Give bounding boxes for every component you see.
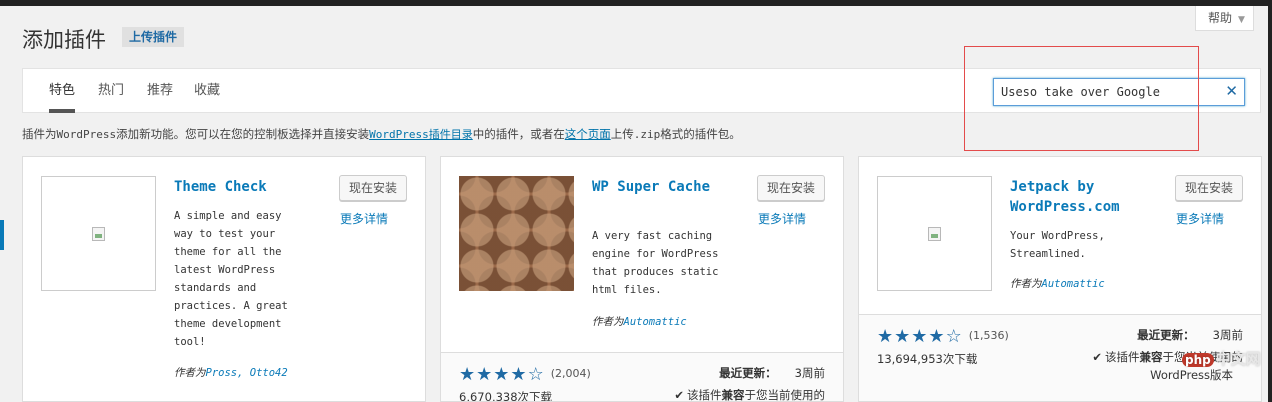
star-filled-icon: ★ bbox=[928, 326, 946, 347]
compat-text: 该插件 bbox=[687, 388, 722, 402]
plugin-description: A very fast caching engine for WordPress… bbox=[592, 230, 719, 296]
clear-search-icon[interactable]: ✕ bbox=[1225, 82, 1238, 100]
tab-popular[interactable]: 热门 bbox=[98, 69, 124, 113]
help-label: 帮助 bbox=[1208, 11, 1233, 25]
plugin-icon bbox=[41, 176, 156, 291]
star-rating: ★★★★☆ (2,004) bbox=[459, 365, 591, 384]
upload-plugin-button[interactable]: 上传插件 bbox=[122, 27, 185, 47]
plugin-icon bbox=[459, 176, 574, 291]
tab-favorites[interactable]: 收藏 bbox=[194, 69, 220, 113]
checkmark-icon: ✔ bbox=[1092, 350, 1102, 364]
plugin-filter-bar: 特色 热门 推荐 收藏 ✕ bbox=[22, 68, 1261, 113]
star-filled-icon: ★ bbox=[877, 326, 895, 347]
intro-part: WordPress bbox=[56, 128, 117, 141]
broken-image-icon bbox=[92, 227, 105, 241]
plugin-description: Your WordPress, Streamlined. bbox=[1010, 230, 1105, 260]
plugin-directory-link[interactable]: WordPress插件目录 bbox=[369, 128, 473, 141]
last-updated: 最近更新： 3周前 bbox=[1137, 327, 1243, 343]
star-empty-icon: ☆ bbox=[527, 364, 545, 385]
plugin-name-link[interactable]: Theme Check bbox=[174, 177, 314, 197]
last-updated-label: 最近更新： bbox=[1137, 328, 1195, 342]
plugin-card-wp-super-cache: WP Super Cache A very fast caching engin… bbox=[440, 156, 844, 402]
plugin-card-footer: ★★★★☆ (2,004) 6,670,338次下载 最近更新： 3周前 ✔ 该插件兼… bbox=[441, 352, 843, 402]
plugin-icon bbox=[877, 176, 992, 291]
intro-part: 上传 bbox=[610, 127, 634, 141]
caret-down-icon: ▼ bbox=[1238, 15, 1245, 25]
more-details-link[interactable]: 更多详情 bbox=[758, 210, 806, 227]
install-now-button[interactable]: 现在安装 bbox=[1175, 175, 1243, 201]
tab-featured[interactable]: 特色 bbox=[49, 69, 76, 113]
compat-text: 该插件 bbox=[1105, 350, 1140, 364]
help-tab-button[interactable]: 帮助 ▼ bbox=[1195, 6, 1254, 31]
compat-text: 于您当前使用的 bbox=[744, 388, 826, 402]
plugin-name-link[interactable]: Jetpack by WordPress.com bbox=[1010, 177, 1150, 217]
author-link[interactable]: Pross, Otto42 bbox=[206, 367, 288, 379]
author-link[interactable]: Automattic bbox=[1042, 278, 1105, 290]
more-details-link[interactable]: 更多详情 bbox=[340, 210, 388, 227]
plugin-description: A simple and easy way to test your theme… bbox=[174, 210, 288, 348]
last-updated: 最近更新： 3周前 bbox=[719, 365, 825, 381]
last-updated-value: 3周前 bbox=[1212, 328, 1243, 342]
plugin-card-theme-check: Theme Check A simple and easy way to tes… bbox=[22, 156, 426, 402]
star-filled-icon: ★ bbox=[493, 364, 511, 385]
compatibility-notice: ✔该插件兼容于您当前使用的 bbox=[674, 387, 826, 402]
page-title: 添加插件 bbox=[22, 28, 106, 52]
download-count: 6,670,338次下载 bbox=[459, 390, 553, 402]
watermark-logo: php bbox=[1182, 353, 1214, 367]
star-rating: ★★★★☆ (1,536) bbox=[877, 327, 1009, 346]
upload-page-link[interactable]: 这个页面 bbox=[565, 127, 611, 141]
checkmark-icon: ✔ bbox=[674, 388, 684, 402]
plugin-author: 作者为Automattic bbox=[592, 314, 687, 329]
compatibility-version: WordPress版本 bbox=[1150, 368, 1233, 382]
author-prefix: 作者为 bbox=[1010, 278, 1042, 290]
rating-count: (1,536) bbox=[968, 329, 1009, 342]
admin-menu-edge bbox=[0, 220, 4, 250]
download-count: 13,694,953次下载 bbox=[877, 352, 978, 366]
plugin-search-box: ✕ bbox=[993, 78, 1245, 106]
intro-part: .zip bbox=[633, 128, 661, 141]
plugin-name-link[interactable]: WP Super Cache bbox=[592, 177, 732, 197]
plugin-author: 作者为Pross, Otto42 bbox=[174, 365, 288, 380]
tab-recommended[interactable]: 推荐 bbox=[147, 69, 173, 113]
author-prefix: 作者为 bbox=[174, 367, 206, 379]
star-filled-icon: ★ bbox=[894, 326, 912, 347]
compat-bold: 兼容 bbox=[1139, 350, 1163, 364]
author-prefix: 作者为 bbox=[592, 316, 624, 328]
site-watermark: php 中文网 bbox=[1182, 348, 1261, 369]
more-details-link[interactable]: 更多详情 bbox=[1176, 210, 1224, 227]
star-filled-icon: ★ bbox=[476, 364, 494, 385]
install-now-button[interactable]: 现在安装 bbox=[757, 175, 825, 201]
compat-bold: 兼容 bbox=[721, 388, 745, 402]
watermark-text: 中文网 bbox=[1215, 350, 1261, 368]
star-filled-icon: ★ bbox=[459, 364, 477, 385]
last-updated-value: 3周前 bbox=[794, 366, 825, 380]
intro-part: 格式的插件包。 bbox=[660, 127, 741, 141]
window-edge bbox=[1268, 6, 1272, 402]
intro-part: 中的插件，或者在 bbox=[472, 127, 565, 141]
install-now-button[interactable]: 现在安装 bbox=[339, 175, 407, 201]
admin-top-bar bbox=[0, 0, 1272, 6]
author-link[interactable]: Automattic bbox=[624, 316, 687, 328]
last-updated-label: 最近更新： bbox=[719, 366, 777, 380]
intro-part: 添加新功能。您可以在您的控制板选择并直接安装 bbox=[116, 127, 370, 141]
intro-text: 插件为WordPress添加新功能。您可以在您的控制板选择并直接安装WordPr… bbox=[22, 126, 741, 142]
star-filled-icon: ★ bbox=[510, 364, 528, 385]
star-filled-icon: ★ bbox=[911, 326, 929, 347]
star-empty-icon: ☆ bbox=[945, 326, 963, 347]
plugin-search-input[interactable] bbox=[994, 79, 1224, 105]
plugin-author: 作者为Automattic bbox=[1010, 276, 1105, 291]
rating-count: (2,004) bbox=[550, 367, 591, 380]
intro-part: 插件为 bbox=[22, 127, 57, 141]
broken-image-icon bbox=[928, 227, 941, 241]
